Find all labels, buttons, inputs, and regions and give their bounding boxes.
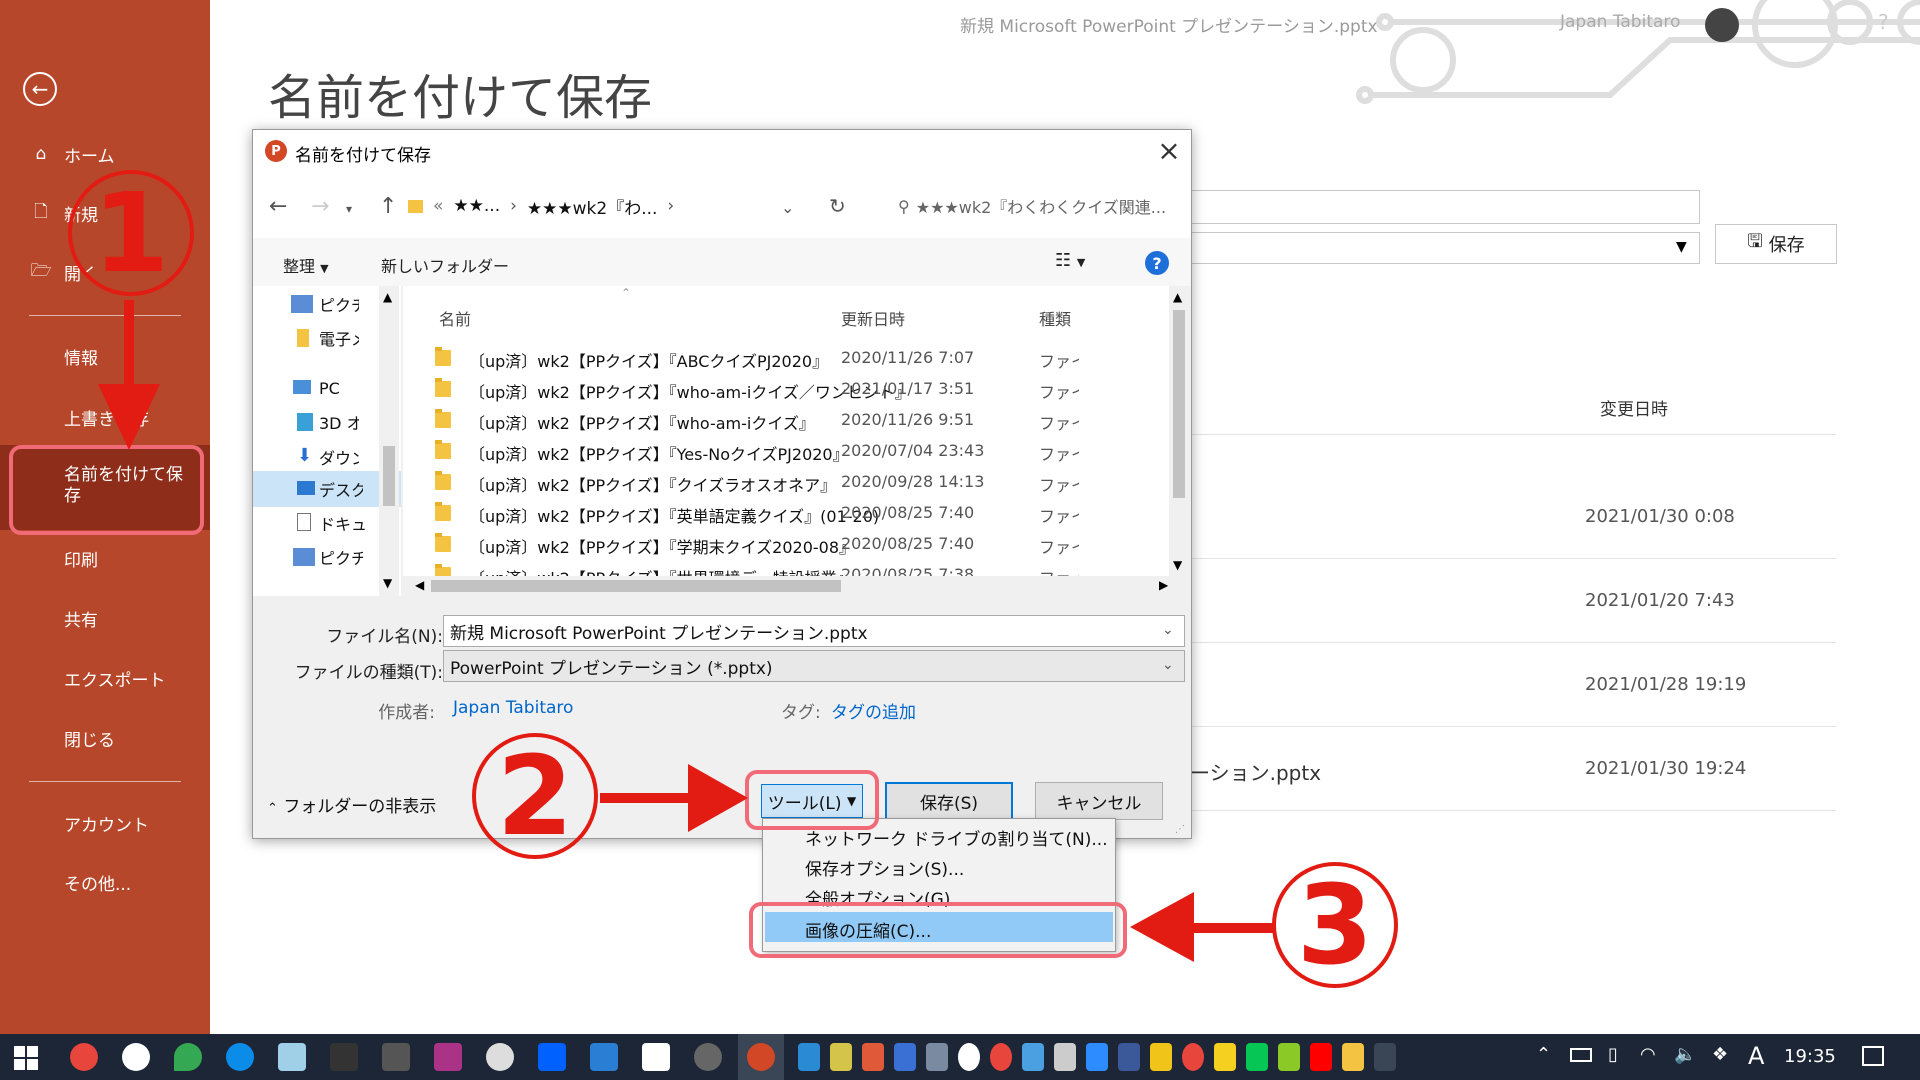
google-icon[interactable] <box>122 1043 150 1071</box>
ime-indicator[interactable]: A <box>1748 1042 1764 1070</box>
taskbar: ⌃ ▯ ◠ 🔈 ❖ A 19:35 <box>0 1034 1920 1080</box>
app-icon[interactable] <box>1150 1043 1172 1071</box>
youtube-icon[interactable] <box>1310 1043 1332 1071</box>
powerpoint-icon <box>747 1043 775 1071</box>
app-icon[interactable] <box>862 1043 884 1071</box>
app-icon[interactable] <box>330 1043 358 1071</box>
show-hidden-icons-icon[interactable]: ⌃ <box>1536 1044 1551 1065</box>
app-icon[interactable] <box>830 1043 852 1071</box>
app-icon[interactable] <box>1022 1043 1044 1071</box>
line-icon[interactable] <box>1246 1043 1268 1071</box>
app-icon[interactable] <box>278 1043 306 1071</box>
dropbox-tray-icon[interactable]: ❖ <box>1712 1044 1728 1065</box>
notifications-icon[interactable] <box>1862 1046 1884 1066</box>
folder-icon[interactable] <box>1342 1043 1364 1071</box>
wifi-icon[interactable]: ◠ <box>1640 1044 1656 1065</box>
volume-icon[interactable]: 🔈 <box>1674 1044 1696 1065</box>
app-icon[interactable] <box>1374 1043 1396 1071</box>
app-icon[interactable] <box>486 1043 514 1071</box>
star-icon[interactable] <box>1214 1043 1236 1071</box>
chrome-icon[interactable] <box>990 1043 1012 1071</box>
mail-icon[interactable] <box>590 1043 618 1071</box>
app-icon[interactable] <box>694 1043 722 1071</box>
dropbox-icon[interactable] <box>538 1043 566 1071</box>
chrome-icon[interactable] <box>70 1043 98 1071</box>
maps-icon[interactable] <box>174 1043 202 1071</box>
annotation-arrows <box>98 300 1274 962</box>
battery-icon[interactable] <box>1570 1048 1592 1062</box>
annotation-arrow-right <box>600 764 748 832</box>
usb-icon[interactable]: ▯ <box>1608 1044 1618 1065</box>
annotation-arrow-left <box>1130 892 1274 962</box>
app-icon[interactable] <box>1278 1043 1300 1071</box>
windows-start-icon[interactable] <box>14 1046 38 1070</box>
sync-icon[interactable] <box>798 1043 820 1071</box>
annotation-arrow-down <box>98 300 160 450</box>
app-icon[interactable] <box>382 1043 410 1071</box>
app-icon[interactable] <box>434 1043 462 1071</box>
clock[interactable]: 19:35 <box>1784 1046 1836 1067</box>
app-icon[interactable] <box>926 1043 948 1071</box>
facebook-icon[interactable] <box>1118 1043 1140 1071</box>
zoom-icon[interactable] <box>1086 1043 1108 1071</box>
help-icon[interactable] <box>958 1043 980 1071</box>
app-icon[interactable] <box>894 1043 916 1071</box>
apple-icon[interactable] <box>1054 1043 1076 1071</box>
chrome-icon[interactable] <box>1182 1043 1204 1071</box>
taskbar-active-app[interactable] <box>738 1034 784 1080</box>
amazon-icon[interactable] <box>642 1043 670 1071</box>
edge-icon[interactable] <box>226 1043 254 1071</box>
